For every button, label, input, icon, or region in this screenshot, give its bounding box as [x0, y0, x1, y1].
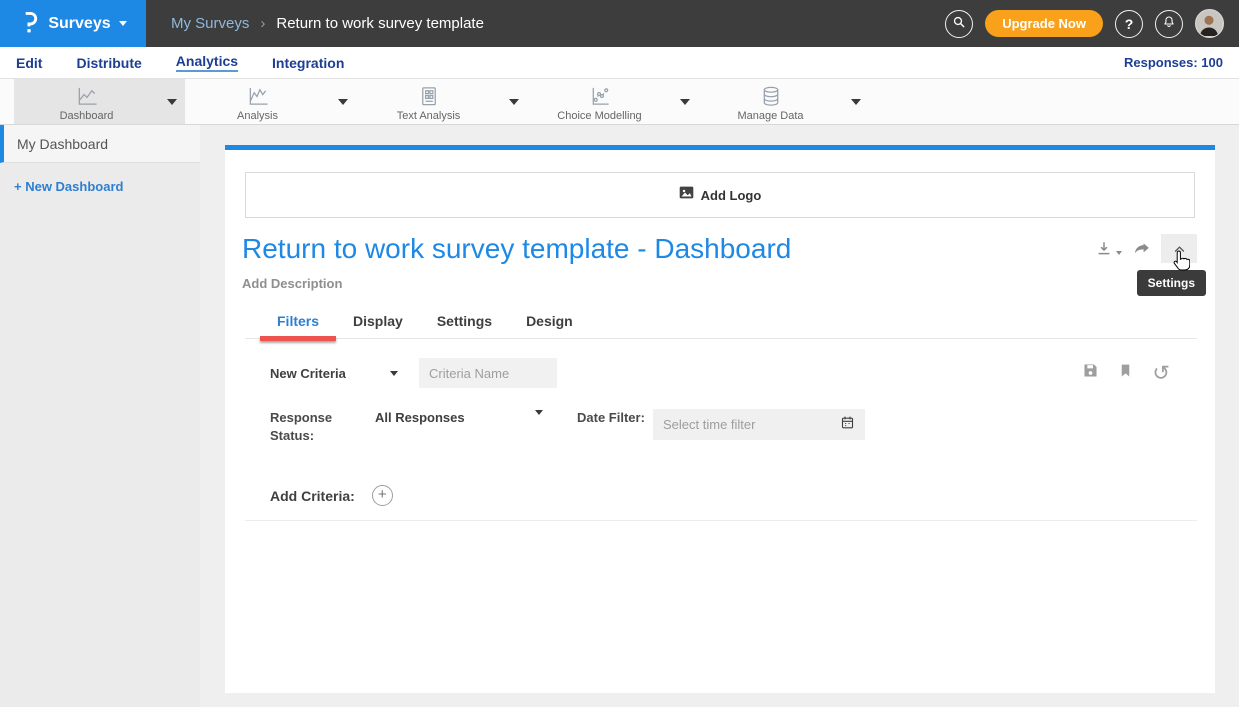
toolbar-item-analysis[interactable]: Analysis	[185, 79, 356, 124]
tab-filters[interactable]: Filters	[260, 308, 336, 338]
questionpro-logo-icon	[19, 9, 40, 39]
search-icon	[951, 14, 967, 33]
choice-modelling-dropdown-caret[interactable]	[672, 99, 698, 105]
response-status-label: Response Status:	[270, 409, 375, 445]
nav-item-integration[interactable]: Integration	[272, 55, 344, 71]
chevron-up-icon	[1172, 243, 1187, 255]
chevron-down-icon	[1116, 251, 1122, 255]
line-chart-icon	[74, 85, 100, 108]
nav-item-edit[interactable]: Edit	[16, 55, 42, 71]
breadcrumb-parent-link[interactable]: My Surveys	[171, 15, 249, 32]
section-divider	[245, 520, 1197, 521]
dashboard-panel: Add Logo Return to work survey template …	[225, 145, 1215, 693]
criteria-name-input[interactable]	[419, 358, 557, 388]
description-placeholder[interactable]: Add Description	[242, 276, 1215, 291]
save-button[interactable]	[1082, 362, 1099, 384]
share-icon	[1131, 239, 1152, 259]
time-filter-input[interactable]	[663, 417, 840, 432]
product-name: Surveys	[48, 15, 110, 33]
calendar-icon[interactable]	[840, 415, 855, 435]
response-status-dropdown[interactable]: All Responses	[375, 409, 543, 445]
breadcrumb-separator-icon: ›	[260, 15, 265, 32]
toolbar-item-label: Manage Data	[737, 110, 803, 122]
reset-button[interactable]: ↺	[1152, 365, 1170, 382]
sidebar-item-my-dashboard[interactable]: My Dashboard	[0, 125, 200, 163]
date-filter-label: Date Filter:	[577, 409, 653, 445]
add-logo-label: Add Logo	[701, 188, 762, 203]
collapse-settings-button[interactable]	[1161, 234, 1197, 263]
tab-settings[interactable]: Settings	[420, 308, 509, 338]
chevron-down-icon	[119, 21, 127, 26]
plus-icon: +	[378, 486, 387, 503]
toolbar-item-text-analysis[interactable]: Text Analysis	[356, 79, 527, 124]
header-actions: Upgrade Now ?	[945, 9, 1224, 38]
chevron-down-icon	[338, 99, 348, 105]
bookmark-icon	[1118, 362, 1133, 379]
upgrade-now-button[interactable]: Upgrade Now	[985, 10, 1103, 37]
dashboard-actions	[1094, 234, 1197, 263]
tab-display[interactable]: Display	[336, 308, 420, 338]
product-switcher[interactable]: Surveys	[0, 0, 146, 47]
toolbar-item-label: Analysis	[237, 110, 278, 122]
download-button[interactable]	[1094, 239, 1122, 259]
breadcrumb: My Surveys › Return to work survey templ…	[171, 15, 484, 32]
date-filter-field	[653, 409, 865, 440]
criteria-dropdown[interactable]: New Criteria	[270, 366, 398, 381]
question-mark-icon: ?	[1125, 16, 1134, 32]
add-criteria-label: Add Criteria:	[270, 488, 355, 504]
add-logo-button[interactable]: Add Logo	[245, 172, 1195, 218]
chevron-down-icon	[509, 99, 519, 105]
dashboard-dropdown-caret[interactable]	[159, 99, 185, 105]
page-title[interactable]: Return to work survey template - Dashboa…	[242, 233, 355, 265]
toolbar-item-choice-modelling[interactable]: Choice Modelling	[527, 79, 698, 124]
toolbar-item-dashboard[interactable]: Dashboard	[14, 79, 185, 124]
user-avatar[interactable]	[1195, 9, 1224, 38]
sidebar-item-label: My Dashboard	[17, 136, 108, 152]
tab-design[interactable]: Design	[509, 308, 590, 338]
response-status-value: All Responses	[375, 410, 465, 425]
share-button[interactable]	[1131, 239, 1152, 259]
bell-icon	[1161, 14, 1177, 33]
filter-tabs: Filters Display Settings Design	[245, 308, 1197, 339]
manage-data-dropdown-caret[interactable]	[843, 99, 869, 105]
bookmark-button[interactable]	[1118, 362, 1133, 384]
chevron-down-icon	[535, 410, 543, 415]
trend-chart-icon	[245, 85, 271, 108]
filters-panel: New Criteria	[225, 358, 1215, 521]
criteria-dropdown-value: New Criteria	[270, 366, 346, 381]
search-button[interactable]	[945, 10, 973, 38]
dashboard-sidebar: My Dashboard + New Dashboard	[0, 125, 200, 707]
analysis-dropdown-caret[interactable]	[330, 99, 356, 105]
toolbar-item-label: Choice Modelling	[557, 110, 641, 122]
text-analysis-dropdown-caret[interactable]	[501, 99, 527, 105]
chevron-down-icon	[680, 99, 690, 105]
notifications-button[interactable]	[1155, 10, 1183, 38]
top-header: Surveys My Surveys › Return to work surv…	[0, 0, 1239, 47]
new-dashboard-button[interactable]: + New Dashboard	[14, 179, 200, 194]
database-icon	[759, 85, 783, 108]
image-icon	[679, 186, 694, 204]
nav-item-analytics[interactable]: Analytics	[176, 53, 238, 72]
responses-count: Responses: 100	[1124, 55, 1223, 70]
help-button[interactable]: ?	[1115, 10, 1143, 38]
chevron-down-icon	[167, 99, 177, 105]
chevron-down-icon	[851, 99, 861, 105]
nav-item-distribute[interactable]: Distribute	[76, 55, 141, 71]
chevron-down-icon	[390, 371, 398, 376]
analytics-toolbar: Dashboard Analysis	[0, 78, 1239, 125]
scatter-chart-icon	[588, 85, 612, 108]
settings-tooltip: Settings	[1137, 270, 1206, 296]
criteria-action-icons: ↺	[1082, 362, 1170, 384]
survey-nav: Edit Distribute Analytics Integration Re…	[0, 47, 1239, 78]
download-icon	[1094, 239, 1114, 259]
toolbar-item-manage-data[interactable]: Manage Data	[698, 79, 869, 124]
toolbar-item-label: Text Analysis	[397, 110, 461, 122]
reset-icon: ↺	[1152, 362, 1170, 385]
breadcrumb-current: Return to work survey template	[276, 15, 484, 32]
document-grid-icon	[417, 85, 441, 108]
save-icon	[1082, 362, 1099, 379]
page-body: My Dashboard + New Dashboard Add Logo Re…	[0, 125, 1239, 707]
add-criteria-button[interactable]: +	[372, 485, 393, 506]
toolbar-item-label: Dashboard	[60, 110, 114, 122]
